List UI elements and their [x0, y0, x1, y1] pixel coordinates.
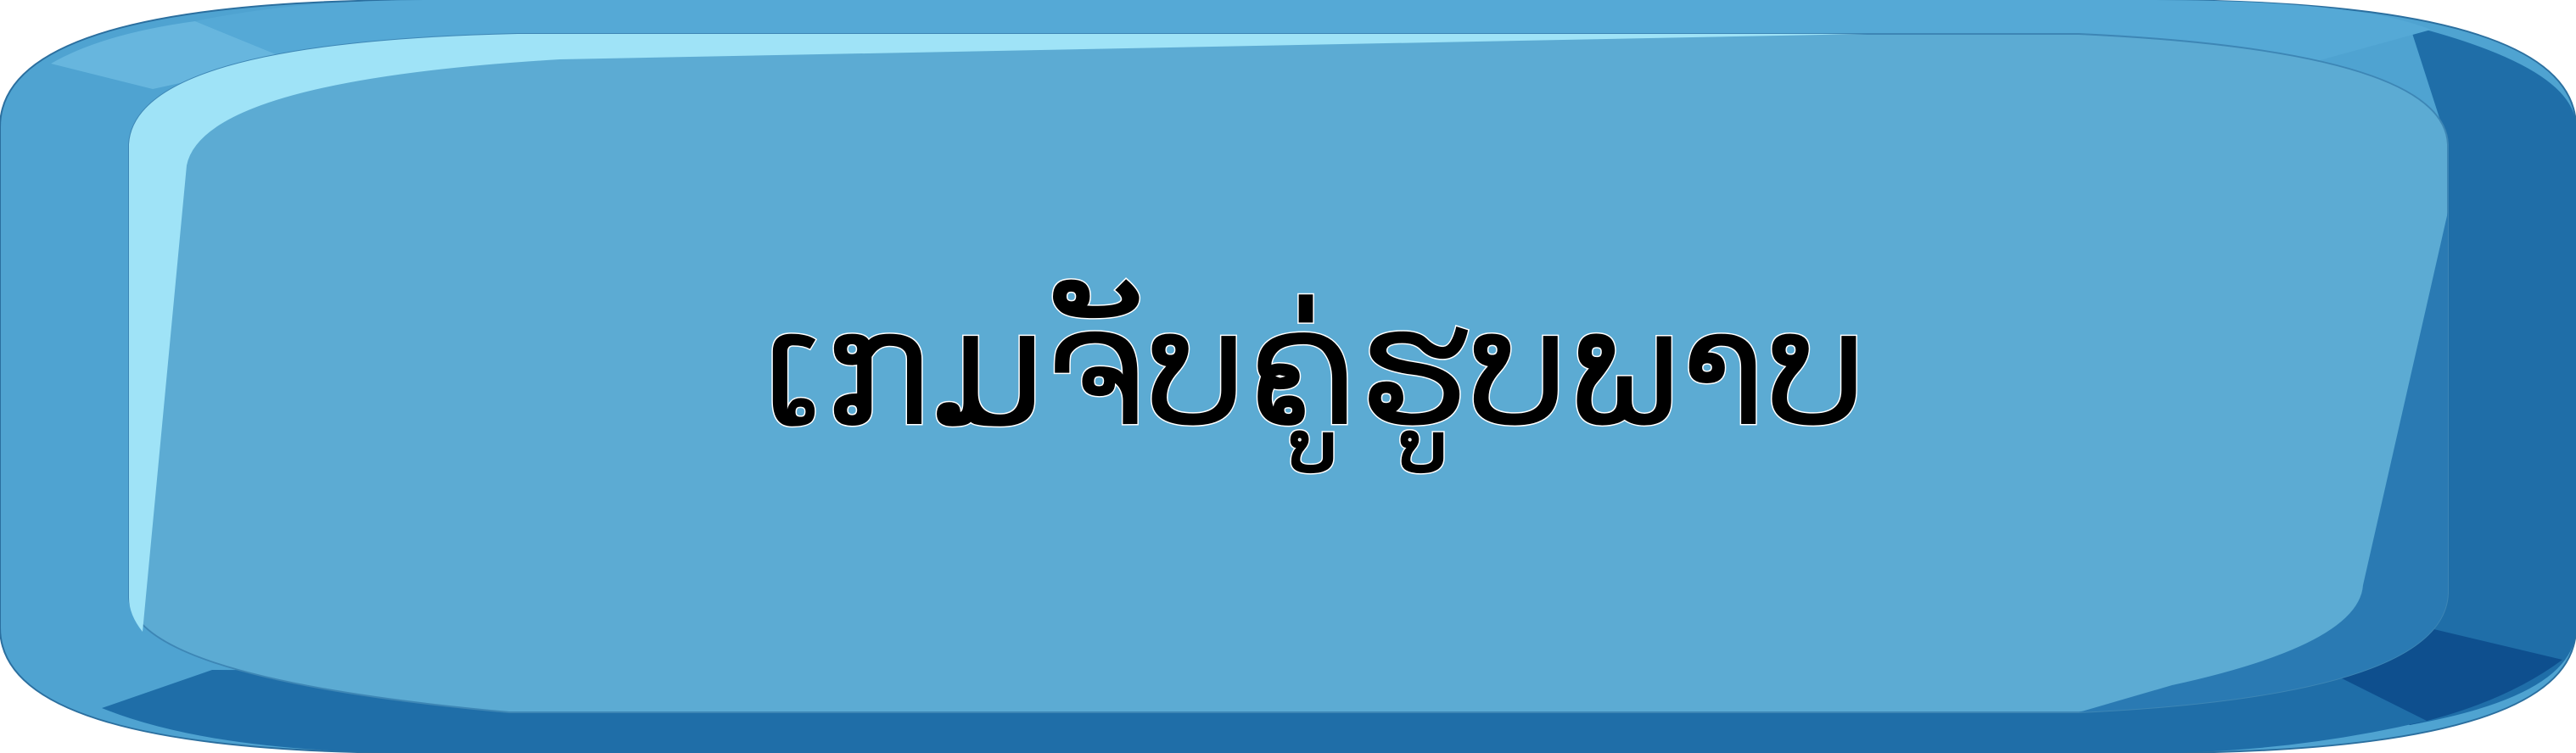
button-face	[128, 33, 2449, 713]
button-graphic	[0, 0, 2576, 753]
title-button[interactable]: ເກມຈັບຄູ່ຮູບພາບ	[0, 0, 2576, 753]
